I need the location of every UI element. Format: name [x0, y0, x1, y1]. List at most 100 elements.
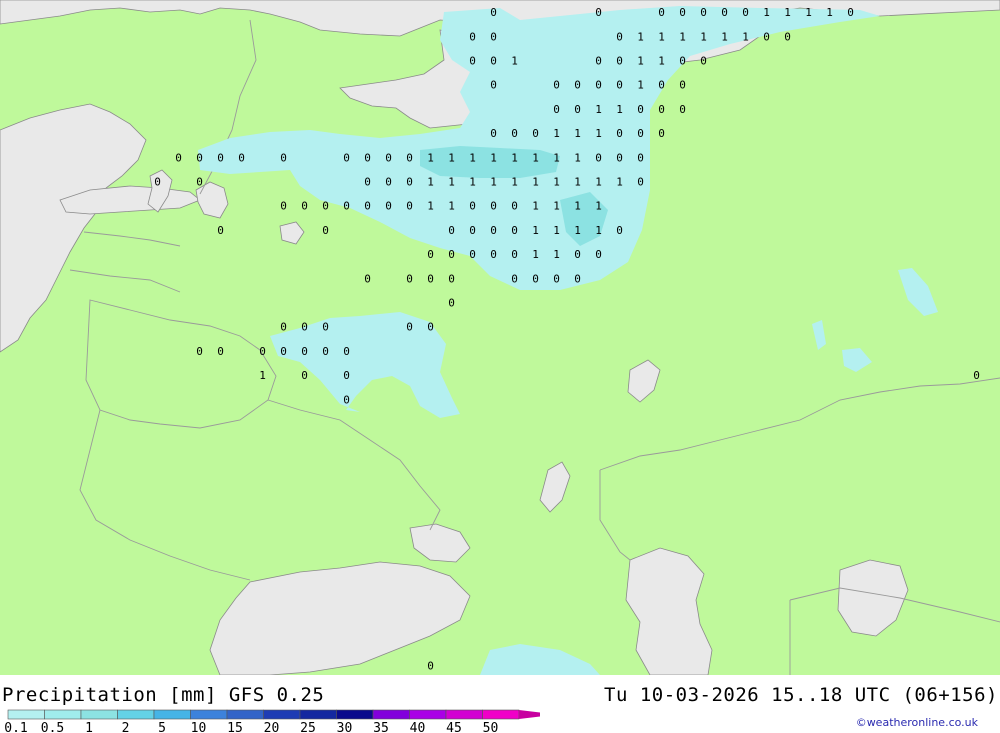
grid-value: 0: [364, 200, 371, 213]
grid-value: 0: [448, 224, 455, 237]
colorbar-swatch: [482, 709, 520, 720]
grid-value: 0: [742, 6, 749, 19]
grid-value: 0: [406, 151, 413, 164]
colorbar-swatch: [190, 709, 228, 720]
grid-value: 1: [595, 103, 602, 116]
colorbar-swatch: [336, 709, 374, 720]
grid-value: 0: [343, 151, 350, 164]
grid-value: 0: [427, 272, 434, 285]
grid-value: 0: [679, 55, 686, 68]
grid-value: 0: [427, 321, 434, 334]
grid-value: 0: [532, 272, 539, 285]
grid-value: 0: [343, 200, 350, 213]
grid-value: 1: [658, 55, 665, 68]
colorbar-label: 45: [446, 721, 462, 733]
colorbar-label: 1: [85, 721, 93, 733]
grid-value: 0: [595, 55, 602, 68]
grid-value: 1: [511, 55, 518, 68]
grid-value: 0: [616, 224, 623, 237]
grid-value: 0: [490, 55, 497, 68]
grid-value: 1: [742, 30, 749, 43]
colorbar-swatch: [226, 709, 264, 720]
grid-value: 0: [595, 6, 602, 19]
grid-value: 1: [637, 30, 644, 43]
grid-value: 0: [553, 79, 560, 92]
grid-value: 1: [532, 200, 539, 213]
grid-value: 0: [511, 272, 518, 285]
grid-value: 0: [616, 151, 623, 164]
grid-value: 0: [574, 248, 581, 261]
grid-value: 0: [322, 345, 329, 358]
grid-value: 0: [469, 30, 476, 43]
grid-value: 0: [511, 224, 518, 237]
grid-value: 0: [427, 248, 434, 261]
grid-value: 0: [364, 272, 371, 285]
colorbar-swatch: [263, 709, 301, 720]
credit: ©weatheronline.co.uk: [855, 716, 978, 729]
grid-value: 0: [637, 151, 644, 164]
grid-value: 0: [196, 151, 203, 164]
colorbar-label: 40: [410, 721, 426, 733]
grid-value: 1: [448, 176, 455, 189]
grid-value: 0: [616, 127, 623, 140]
grid-value: 1: [658, 30, 665, 43]
grid-value: 1: [553, 224, 560, 237]
grid-value: 1: [616, 103, 623, 116]
grid-value: 1: [469, 151, 476, 164]
grid-value: 0: [448, 248, 455, 261]
grid-value: 0: [700, 6, 707, 19]
grid-value: 0: [574, 103, 581, 116]
grid-value: 0: [280, 321, 287, 334]
grid-value: 1: [553, 248, 560, 261]
grid-value: 0: [343, 345, 350, 358]
grid-value: 1: [259, 369, 266, 382]
grid-value: 0: [490, 248, 497, 261]
grid-value: 0: [280, 151, 287, 164]
grid-value: 0: [406, 176, 413, 189]
grid-value: 0: [322, 224, 329, 237]
map-footer: Precipitation [mm] GFS 0.25 Tu 10-03-202…: [0, 675, 1000, 733]
grid-value: 0: [301, 200, 308, 213]
grid-value: 0: [595, 151, 602, 164]
grid-value: 0: [385, 176, 392, 189]
grid-value: 0: [217, 151, 224, 164]
grid-value: 1: [532, 248, 539, 261]
map-title: Precipitation [mm] GFS 0.25: [2, 684, 325, 706]
grid-value: 0: [385, 200, 392, 213]
grid-value: 0: [427, 660, 434, 673]
grid-value: 0: [301, 345, 308, 358]
grid-value: 1: [574, 151, 581, 164]
grid-value: 0: [637, 103, 644, 116]
colorbar-swatch: [299, 709, 337, 720]
colorbar-label: 0.1: [4, 721, 27, 733]
grid-value: 1: [448, 151, 455, 164]
grid-value: 0: [658, 103, 665, 116]
grid-value: 0: [154, 176, 161, 189]
grid-value: 0: [616, 30, 623, 43]
grid-value: 0: [448, 272, 455, 285]
grid-value: 0: [280, 200, 287, 213]
colorbar-label: 30: [337, 721, 353, 733]
grid-value: 1: [532, 151, 539, 164]
grid-value: 0: [616, 55, 623, 68]
colorbar-label: 15: [227, 721, 243, 733]
grid-value: 1: [595, 127, 602, 140]
grid-value: 0: [343, 369, 350, 382]
grid-value: 0: [658, 127, 665, 140]
grid-value: 0: [280, 345, 287, 358]
grid-value: 0: [385, 151, 392, 164]
colorbar-swatch: [519, 710, 540, 719]
colorbar-label: 20: [264, 721, 280, 733]
grid-value: 0: [364, 176, 371, 189]
grid-value: 0: [784, 30, 791, 43]
grid-value: 1: [532, 224, 539, 237]
grid-value: 0: [490, 79, 497, 92]
grid-value: 0: [301, 321, 308, 334]
colorbar-swatch: [409, 709, 447, 720]
colorbar-swatch: [7, 709, 45, 720]
grid-value: 0: [196, 345, 203, 358]
colorbar-label: 2: [122, 721, 130, 733]
grid-value: 0: [406, 272, 413, 285]
grid-value: 1: [511, 176, 518, 189]
grid-value: 1: [574, 224, 581, 237]
